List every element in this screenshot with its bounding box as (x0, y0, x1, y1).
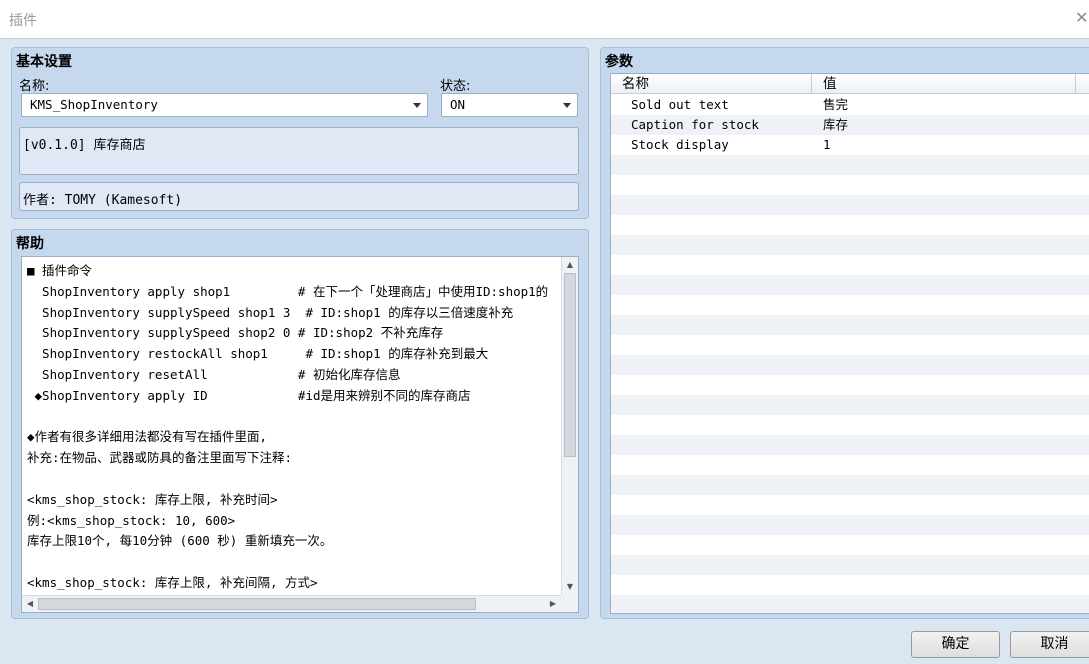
param-name: Sold out text (631, 97, 729, 112)
parameters-title: 参数 (605, 54, 633, 70)
param-name: Caption for stock (631, 117, 759, 132)
help-line: 库存上限10个, 每10分钟 (600 秒) 重新填充一次。 (27, 533, 333, 549)
help-line (27, 469, 548, 490)
param-name: Stock display (631, 137, 729, 152)
vertical-scroll-thumb[interactable] (564, 273, 576, 457)
param-value: 库存 (823, 117, 849, 132)
help-line (27, 407, 548, 428)
table-row-empty (611, 355, 1089, 375)
title-bar: 插件 ✕ (0, 0, 1089, 39)
plugin-description: [v0.1.0] 库存商店 (19, 127, 579, 175)
help-line: ShopInventory restockAll shop1 # ID:shop… (27, 346, 489, 362)
help-line (27, 552, 548, 573)
help-line: ShopInventory supplySpeed shop2 0 # ID:s… (27, 325, 444, 341)
scroll-up-icon[interactable]: ▲ (563, 258, 577, 272)
cancel-button[interactable]: 取消 (1010, 631, 1089, 658)
help-title: 帮助 (16, 236, 44, 252)
scroll-left-icon[interactable]: ◀ (23, 597, 37, 611)
table-row-empty (611, 575, 1089, 595)
vertical-scrollbar[interactable]: ▲ ▼ (561, 257, 578, 595)
status-select[interactable]: ON (441, 93, 578, 117)
chevron-down-icon (413, 103, 421, 108)
scroll-corner (561, 595, 578, 612)
table-row-empty (611, 495, 1089, 515)
horizontal-scroll-thumb[interactable] (38, 598, 476, 610)
horizontal-scrollbar[interactable]: ◀ ▶ (22, 595, 561, 612)
table-row-empty (611, 475, 1089, 495)
name-label: 名称: (19, 79, 50, 94)
basic-settings-title: 基本设置 (16, 54, 72, 70)
plugin-name-value: KMS_ShopInventory (30, 97, 158, 112)
scroll-right-icon[interactable]: ▶ (546, 597, 560, 611)
table-row-empty (611, 415, 1089, 435)
parameters-group: 参数 名称 值 Sold out text 售完 Caption for stock… (600, 47, 1089, 619)
table-row-empty (611, 595, 1089, 613)
table-row-empty (611, 315, 1089, 335)
help-text: ■ 插件命令 ShopInventory apply shop1 # 在下一个「… (27, 261, 548, 594)
table-row-empty (611, 195, 1089, 215)
scroll-down-icon[interactable]: ▼ (563, 580, 577, 594)
plugin-author: 作者: TOMY (Kamesoft) (19, 182, 579, 211)
help-line: ShopInventory supplySpeed shop1 3 # ID:s… (27, 304, 514, 320)
table-row-empty (611, 235, 1089, 255)
table-row-empty (611, 335, 1089, 355)
help-line: <kms_shop_stock: 库存上限, 补充时间> (27, 491, 278, 507)
table-row-empty (611, 455, 1089, 475)
table-row-empty (611, 255, 1089, 275)
window-title: 插件 (9, 13, 37, 29)
help-line: ◆ShopInventory apply ID #id是用来辨别不同的库存商店 (27, 387, 471, 403)
help-line: 补充:在物品、武器或防具的备注里面写下注释: (27, 450, 293, 466)
table-row[interactable]: Stock display 1 (611, 135, 1089, 155)
table-row-empty (611, 295, 1089, 315)
table-row[interactable]: Sold out text 售完 (611, 95, 1089, 115)
help-line: <kms_shop_stock: 库存上限, 补充间隔, 方式> (27, 574, 318, 590)
close-icon[interactable]: ✕ (1075, 8, 1089, 28)
help-line: ShopInventory apply shop1 # 在下一个「处理商店」中使… (27, 283, 549, 299)
chevron-down-icon (563, 103, 571, 108)
status-label: 状态: (440, 79, 471, 94)
param-value: 1 (823, 137, 831, 152)
table-row-empty (611, 535, 1089, 555)
dialog-body: 基本设置 名称: 状态: KMS_ShopInventory ON [v0.1.… (0, 39, 1089, 664)
help-line: ShopInventory resetAll # 初始化库存信息 (27, 366, 401, 382)
table-header: 名称 值 (611, 74, 1089, 94)
help-line: ◆作者有很多详细用法都没有写在插件里面, (27, 429, 268, 445)
basic-settings-group: 基本设置 名称: 状态: KMS_ShopInventory ON [v0.1.… (11, 47, 589, 219)
description-text: [v0.1.0] 库存商店 (23, 138, 146, 153)
help-text-area[interactable]: ■ 插件命令 ShopInventory apply shop1 # 在下一个「… (21, 256, 579, 613)
table-row-empty (611, 375, 1089, 395)
table-row-empty (611, 275, 1089, 295)
parameters-table: 名称 值 Sold out text 售完 Caption for stock 库存 S… (610, 73, 1089, 614)
table-row-empty (611, 175, 1089, 195)
table-row-empty (611, 555, 1089, 575)
help-line: 例:<kms_shop_stock: 10, 600> (27, 512, 236, 528)
column-header-value[interactable]: 值 (812, 74, 1076, 94)
author-text: 作者: TOMY (Kamesoft) (23, 193, 183, 208)
ok-button[interactable]: 确定 (911, 631, 1000, 658)
help-group: 帮助 ■ 插件命令 ShopInventory apply shop1 # 在下… (11, 229, 589, 619)
table-row-empty (611, 435, 1089, 455)
column-header-name[interactable]: 名称 (611, 74, 812, 94)
status-value: ON (450, 97, 466, 112)
plugin-name-select[interactable]: KMS_ShopInventory (21, 93, 428, 117)
table-row-empty (611, 155, 1089, 175)
table-row-empty (611, 395, 1089, 415)
param-value: 售完 (823, 97, 849, 112)
table-row-empty (611, 515, 1089, 535)
help-line: ■ 插件命令 (27, 263, 93, 278)
table-row-empty (611, 215, 1089, 235)
table-row[interactable]: Caption for stock 库存 (611, 115, 1089, 135)
